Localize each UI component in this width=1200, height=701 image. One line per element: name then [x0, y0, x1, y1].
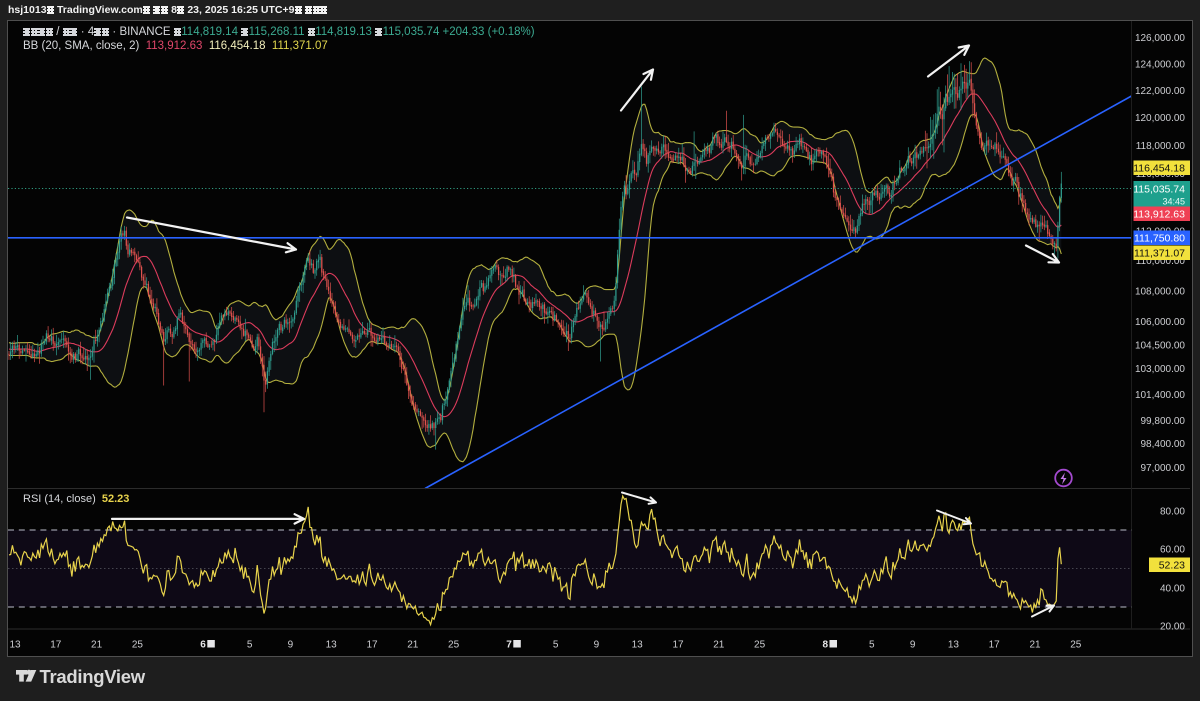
svg-text:126,000.00: 126,000.00 — [1135, 33, 1185, 44]
svg-text:5: 5 — [247, 639, 253, 650]
svg-text:103,000.00: 103,000.00 — [1135, 364, 1185, 375]
svg-text:21: 21 — [713, 639, 725, 650]
svg-text:122,000.00: 122,000.00 — [1135, 86, 1185, 97]
svg-text:21: 21 — [407, 639, 419, 650]
svg-text:111,750.80: 111,750.80 — [1134, 232, 1185, 244]
svg-text:34:45: 34:45 — [1162, 196, 1185, 206]
svg-text:60.00: 60.00 — [1160, 544, 1185, 555]
svg-text:120,000.00: 120,000.00 — [1135, 113, 1185, 124]
svg-text:25: 25 — [1070, 639, 1082, 650]
svg-text:116,454.18: 116,454.18 — [1133, 162, 1185, 174]
svg-text:118,000.00: 118,000.00 — [1136, 140, 1186, 151]
svg-text:98,400.00: 98,400.00 — [1141, 439, 1186, 450]
svg-text:113,912.63: 113,912.63 — [1133, 208, 1185, 220]
svg-text:124,000.00: 124,000.00 — [1135, 59, 1185, 70]
svg-text:40.00: 40.00 — [1160, 583, 1185, 594]
svg-text:13: 13 — [632, 639, 644, 650]
svg-text:101,400.00: 101,400.00 — [1135, 389, 1185, 400]
svg-text:17: 17 — [672, 639, 684, 650]
svg-text:21: 21 — [91, 639, 103, 650]
svg-text:97,000.00: 97,000.00 — [1141, 462, 1186, 473]
svg-text:8: 8 — [823, 639, 829, 650]
svg-text:25: 25 — [448, 639, 460, 650]
svg-text:TradingView: TradingView — [40, 666, 146, 687]
svg-text:80.00: 80.00 — [1160, 506, 1185, 517]
svg-text:21: 21 — [1029, 639, 1041, 650]
svg-text:9: 9 — [288, 639, 294, 650]
svg-text:5: 5 — [869, 639, 875, 650]
svg-text:111,371.07: 111,371.07 — [1134, 247, 1185, 259]
svg-text:13: 13 — [9, 639, 21, 650]
svg-text:13: 13 — [326, 639, 338, 650]
svg-text:52.23: 52.23 — [1159, 559, 1185, 571]
svg-text:25: 25 — [754, 639, 766, 650]
svg-text:9: 9 — [910, 639, 916, 650]
svg-text:5: 5 — [553, 639, 559, 650]
svg-text:6: 6 — [200, 639, 206, 650]
svg-text:115,035.74: 115,035.74 — [1133, 183, 1185, 195]
svg-text:108,000.00: 108,000.00 — [1135, 286, 1185, 297]
svg-text:7: 7 — [506, 639, 512, 650]
svg-text:17: 17 — [366, 639, 378, 650]
svg-text:9: 9 — [594, 639, 600, 650]
svg-text:25: 25 — [132, 639, 144, 650]
svg-text:17: 17 — [50, 639, 62, 650]
svg-text:104,500.00: 104,500.00 — [1135, 340, 1185, 351]
svg-text:99,800.00: 99,800.00 — [1141, 416, 1186, 427]
svg-text:13: 13 — [948, 639, 960, 650]
svg-text:20.00: 20.00 — [1160, 621, 1185, 632]
svg-text:17: 17 — [989, 639, 1001, 650]
svg-text:106,000.00: 106,000.00 — [1135, 317, 1185, 328]
